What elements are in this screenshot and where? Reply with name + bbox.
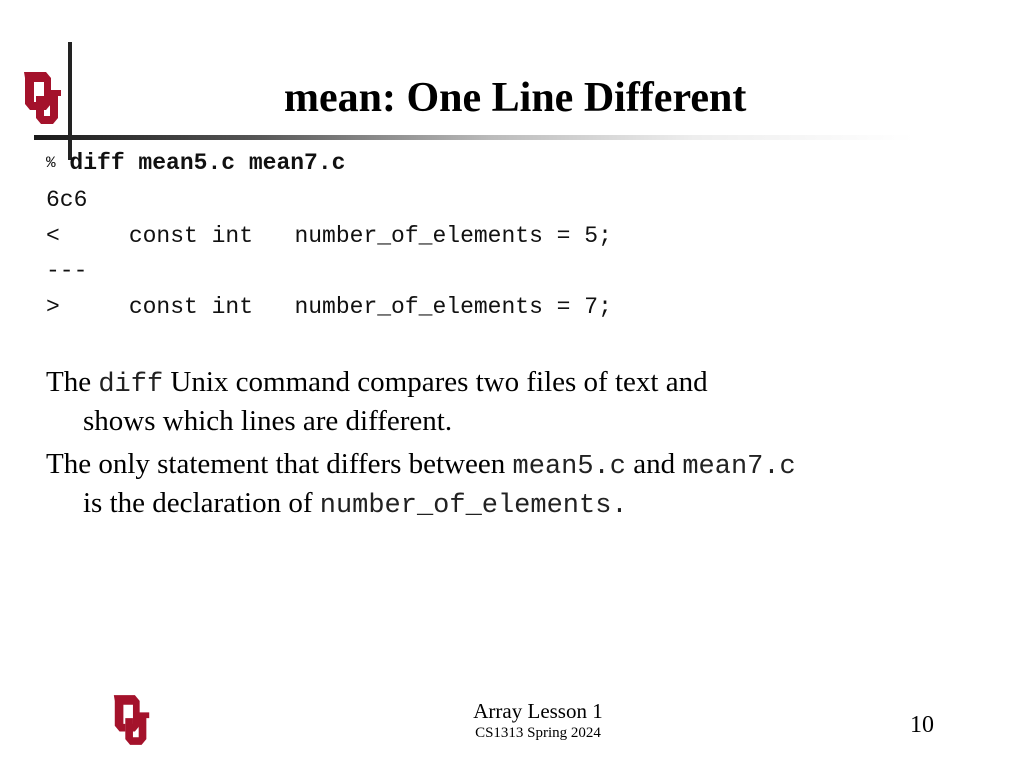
diff-output-line: > const int number_of_elements = 7;: [46, 294, 612, 320]
diff-output-line: < const int number_of_elements = 5;: [46, 223, 612, 249]
inline-code: diff: [98, 370, 164, 400]
title-vertical-rule: [68, 42, 72, 160]
inline-code: number_of_elements.: [319, 491, 628, 521]
paragraph-diff-explanation: The diff Unix command compares two files…: [46, 366, 708, 437]
diff-output-line: ---: [46, 258, 88, 284]
inline-code: mean7.c: [682, 452, 796, 482]
footer-lesson-title: Array Lesson 1: [473, 699, 603, 723]
page-number: 10: [910, 712, 934, 738]
inline-code: mean5.c: [512, 452, 626, 482]
diff-output-line: 6c6: [46, 187, 88, 213]
paragraph-difference-summary: The only statement that differs between …: [46, 448, 796, 521]
footer-course: CS1313 Spring 2024: [475, 725, 601, 741]
diff-command: diff mean5.c mean7.c: [69, 150, 346, 176]
ou-logo-icon: [24, 72, 61, 124]
title-horizontal-rule: [34, 135, 914, 140]
terminal-command-line: % diff mean5.c mean7.c: [46, 149, 345, 177]
slide-title: mean: One Line Different: [284, 75, 747, 121]
shell-prompt: %: [46, 154, 56, 172]
